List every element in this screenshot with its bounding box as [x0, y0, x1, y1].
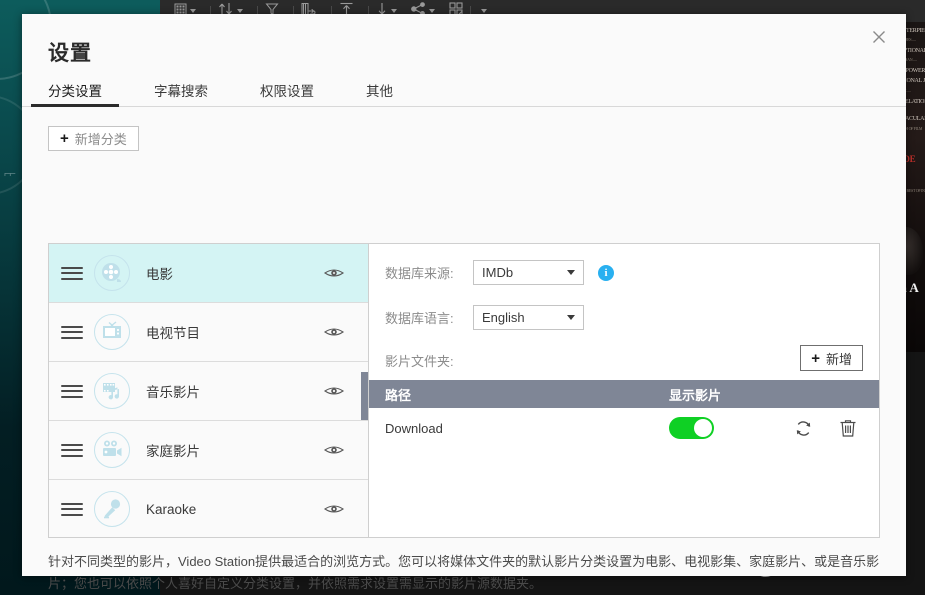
- show-videos-toggle[interactable]: [669, 417, 714, 439]
- folder-table: 路径 显示影片 Download: [369, 380, 879, 448]
- info-icon[interactable]: i: [598, 264, 614, 281]
- column-header-show: 显示影片: [669, 387, 722, 403]
- database-language-row: 数据库语言: English: [385, 305, 584, 330]
- description-text: 针对不同类型的影片，Video Station提供最适合的浏览方式。您可以将媒体…: [48, 554, 880, 591]
- microphone-icon: [94, 491, 130, 527]
- chevron-down-icon: [391, 9, 397, 13]
- tab-permission-settings[interactable]: 权限设置: [260, 80, 314, 106]
- list-item-label: 音乐影片: [146, 385, 200, 400]
- page-title: 设置: [48, 42, 92, 65]
- column-header-path: 路径: [385, 387, 412, 403]
- toggle-knob: [694, 419, 712, 437]
- list-item-label: 家庭影片: [146, 444, 200, 459]
- chevron-down-icon: [190, 9, 196, 13]
- settings-dialog: 设置 分类设置 字幕搜索 权限设置 其他 + 新增分类 电影 电视节目 音乐影片…: [22, 14, 906, 591]
- dialog-header: 设置: [22, 14, 906, 80]
- category-settings-panel: 电影 电视节目 音乐影片 家庭影片 Karaoke 数据库来源: IMDb i …: [48, 243, 880, 538]
- database-language-select[interactable]: English: [473, 305, 584, 330]
- sidebar-glyph-icon: ⌐⌐: [4, 168, 16, 180]
- add-category-label: 新增分类: [74, 132, 127, 147]
- television-icon: [94, 314, 130, 350]
- tab-others[interactable]: 其他: [366, 80, 393, 106]
- add-folder-button[interactable]: + 新增: [800, 345, 863, 371]
- plus-icon: +: [811, 349, 820, 367]
- visibility-eye-icon[interactable]: [324, 326, 344, 339]
- add-folder-label: 新增: [825, 351, 852, 367]
- database-source-row: 数据库来源: IMDb i: [385, 260, 614, 285]
- list-item[interactable]: 音乐影片: [49, 362, 368, 421]
- tab-subtitle-search[interactable]: 字幕搜索: [154, 80, 208, 106]
- chevron-down-icon: [567, 270, 575, 275]
- movie-camera-icon: [94, 432, 130, 468]
- folder-path: Download: [385, 420, 443, 436]
- list-item-label: Karaoke: [146, 501, 197, 517]
- list-item[interactable]: 电视节目: [49, 303, 368, 362]
- add-category-button[interactable]: + 新增分类: [48, 126, 139, 151]
- plus-icon: +: [60, 130, 69, 147]
- tab-category-settings[interactable]: 分类设置: [31, 80, 119, 107]
- drag-handle-icon[interactable]: [61, 440, 83, 460]
- list-item[interactable]: 家庭影片: [49, 421, 368, 480]
- chevron-down-icon: [237, 9, 243, 13]
- visibility-eye-icon[interactable]: [324, 385, 344, 398]
- settings-tabs: 分类设置 字幕搜索 权限设置 其他: [22, 80, 906, 107]
- list-item-label: 电视节目: [146, 326, 200, 341]
- refresh-icon[interactable]: [794, 419, 813, 438]
- drag-handle-icon[interactable]: [61, 381, 83, 401]
- database-language-label: 数据库语言:: [385, 311, 454, 326]
- list-item-label: 电影: [146, 267, 173, 282]
- close-icon[interactable]: [866, 24, 892, 50]
- drag-handle-icon[interactable]: [61, 263, 83, 283]
- list-item[interactable]: 电影: [49, 244, 368, 303]
- category-detail-pane: 数据库来源: IMDb i 数据库语言: English 影片文件夹: + 新增…: [369, 244, 879, 537]
- database-source-label: 数据库来源:: [385, 266, 454, 281]
- category-list: 电影 电视节目 音乐影片 家庭影片 Karaoke: [49, 244, 369, 537]
- folder-table-header: 路径 显示影片: [369, 380, 879, 408]
- chevron-down-icon: [567, 315, 575, 320]
- visibility-eye-icon[interactable]: [324, 503, 344, 516]
- list-item[interactable]: Karaoke: [49, 480, 368, 537]
- drag-handle-icon[interactable]: [61, 322, 83, 342]
- chevron-down-icon: [481, 9, 487, 13]
- row-actions: [794, 419, 857, 438]
- table-row[interactable]: Download: [369, 408, 879, 448]
- video-folder-row: 影片文件夹:: [385, 351, 473, 370]
- category-list-scrollbar[interactable]: [361, 372, 368, 420]
- video-folder-label: 影片文件夹:: [385, 354, 454, 369]
- database-source-value: IMDb: [482, 265, 514, 280]
- chevron-down-icon: [429, 9, 435, 13]
- drag-handle-icon[interactable]: [61, 499, 83, 519]
- dialog-body: + 新增分类 电影 电视节目 音乐影片 家庭影片 Karaoke 数据库来源: …: [22, 107, 906, 591]
- visibility-eye-icon[interactable]: [324, 444, 344, 457]
- database-source-select[interactable]: IMDb: [473, 260, 584, 285]
- visibility-eye-icon[interactable]: [324, 267, 344, 280]
- database-language-value: English: [482, 310, 525, 325]
- music-video-icon: [94, 373, 130, 409]
- trash-icon[interactable]: [839, 419, 857, 438]
- film-reel-icon: [94, 255, 130, 291]
